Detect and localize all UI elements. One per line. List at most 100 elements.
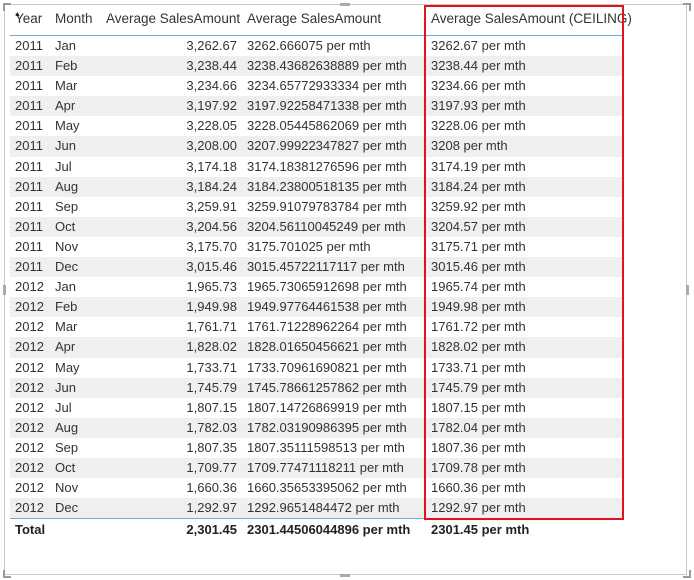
resize-corner-br[interactable]	[683, 570, 691, 578]
cell-year: 2011	[15, 178, 43, 194]
table-row[interactable]: 2011 Jul 3,174.18 3174.18381276596 per mth 3…	[10, 157, 624, 177]
cell-avg-sales-ceiling: 3228.06 per mth	[431, 118, 526, 134]
cell-month: Sep	[55, 198, 79, 214]
table-row[interactable]: 2012 Dec 1,292.97 1292.9651484472 per mth 12…	[10, 498, 624, 519]
table-row[interactable]: 2012 Apr 1,828.02 1828.01650456621 per mth 1…	[10, 337, 624, 358]
cell-year: 2012	[15, 279, 44, 295]
cell-month: Feb	[55, 58, 78, 74]
cell-month: May	[55, 118, 80, 134]
cell-avg-sales-ceiling: 3259.92 per mth	[431, 198, 526, 214]
cell-avg-sales-raw: 1292.9651484472 per mth	[247, 500, 400, 516]
cell-avg-sales-ceiling: 1807.36 per mth	[431, 439, 526, 455]
table-row[interactable]: 2012 May 1,733.71 1733.70961690821 per mth 1…	[10, 358, 624, 378]
resize-corner-bl[interactable]	[3, 570, 11, 578]
sort-ascending-icon[interactable]: ▲	[14, 11, 21, 18]
cell-avg-sales-raw: 1965.73065912698 per mth	[247, 279, 407, 295]
cell-avg-sales: 1,745.79	[186, 379, 237, 395]
cell-avg-sales: 3,175.70	[186, 238, 237, 254]
cell-avg-sales: 3,262.67	[186, 38, 237, 53]
table-row[interactable]: 2012 Aug 1,782.03 1782.03190986395 per mth 1…	[10, 417, 624, 438]
cell-avg-sales-ceiling: 3234.66 per mth	[431, 78, 526, 94]
cell-month: Dec	[55, 259, 79, 275]
resize-handle-left[interactable]	[3, 285, 6, 295]
cell-month: Aug	[55, 419, 79, 435]
cell-avg-sales-raw: 1660.35653395062 per mth	[247, 480, 407, 496]
table-row[interactable]: 2011 May 3,228.05 3228.05445862069 per mth 3…	[10, 116, 624, 136]
cell-month: Mar	[55, 319, 78, 335]
cell-month: Mar	[55, 78, 78, 94]
cell-year: 2011	[15, 98, 43, 114]
header-avg-sales-raw[interactable]: Average SalesAmount	[247, 11, 381, 26]
table-row[interactable]: 2012 Sep 1,807.35 1807.35111598513 per mth 1…	[10, 438, 624, 458]
table-row[interactable]: 2012 Jan 1,965.73 1965.73065912698 per mth 1…	[10, 277, 624, 297]
table-row[interactable]: 2012 Jul 1,807.15 1807.14726869919 per mth 1…	[10, 398, 624, 418]
table-row[interactable]: 2011 Apr 3,197.92 3197.92258471338 per mth 3…	[10, 96, 624, 117]
total-avg: 2,301.45	[186, 522, 237, 538]
cell-avg-sales-raw: 1761.71228962264 per mth	[247, 319, 407, 335]
cell-year: 2011	[15, 138, 43, 154]
cell-avg-sales-ceiling: 1709.78 per mth	[431, 459, 526, 475]
cell-avg-sales-ceiling: 3184.24 per mth	[431, 178, 526, 194]
cell-avg-sales-raw: 1828.01650456621 per mth	[247, 339, 407, 355]
table-body: 2011 Jan 3,262.67 3262.666075 per mth 3262.6…	[10, 36, 624, 520]
cell-avg-sales: 3,208.00	[186, 138, 237, 154]
cell-month: Aug	[55, 178, 79, 194]
cell-month: Jan	[55, 38, 76, 53]
cell-avg-sales-raw: 1745.78661257862 per mth	[247, 379, 407, 395]
cell-avg-sales-raw: 3204.56110045249 per mth	[247, 218, 406, 234]
cell-avg-sales-ceiling: 3238.44 per mth	[431, 58, 526, 74]
table-row[interactable]: 2011 Nov 3,175.70 3175.701025 per mth 3175.7…	[10, 237, 624, 257]
cell-avg-sales-ceiling: 3197.93 per mth	[431, 98, 526, 114]
cell-year: 2012	[15, 339, 44, 355]
cell-avg-sales: 3,197.92	[186, 98, 237, 114]
table-row[interactable]: 2011 Sep 3,259.91 3259.91079783784 per mth 3…	[10, 197, 624, 217]
cell-year: 2012	[15, 299, 44, 315]
cell-avg-sales: 3,259.91	[186, 198, 237, 214]
cell-month: Feb	[55, 299, 78, 315]
cell-avg-sales-ceiling: 3262.67 per mth	[431, 38, 526, 53]
table-row[interactable]: 2012 Jun 1,745.79 1745.78661257862 per mth 1…	[10, 377, 624, 398]
cell-avg-sales-raw: 1807.14726869919 per mth	[247, 399, 407, 415]
cell-avg-sales-ceiling: 1761.72 per mth	[431, 319, 526, 335]
table-row[interactable]: 2012 Oct 1,709.77 1709.77471118211 per mth 1…	[10, 457, 624, 479]
cell-year: 2011	[15, 78, 43, 94]
table-row[interactable]: 2011 Jan 3,262.67 3262.666075 per mth 3262.6…	[10, 36, 624, 56]
resize-handle-right[interactable]	[686, 285, 689, 295]
cell-avg-sales: 1,782.03	[186, 419, 237, 435]
cell-year: 2011	[15, 118, 43, 134]
cell-avg-sales: 1,709.77	[186, 459, 237, 475]
table-row[interactable]: 2011 Oct 3,204.56 3204.56110045249 per mth 3…	[10, 216, 624, 237]
resize-handle-bottom[interactable]	[340, 574, 350, 577]
table-row[interactable]: 2011 Aug 3,184.24 3184.23800518135 per mth 3…	[10, 176, 624, 197]
cell-year: 2012	[15, 359, 44, 375]
table-row[interactable]: 2012 Nov 1,660.36 1660.35653395062 per mth 1…	[10, 478, 624, 498]
total-ceiling: 2301.45 per mth	[431, 522, 530, 538]
table-row[interactable]: 2011 Feb 3,238.44 3238.43682638889 per mth 3…	[10, 56, 624, 77]
table-row[interactable]: 2011 Mar 3,234.66 3234.65772933334 per mth 3…	[10, 76, 624, 96]
header-avg-sales-ceiling[interactable]: Average SalesAmount (CEILING)	[431, 11, 632, 26]
cell-year: 2012	[15, 419, 44, 435]
cell-year: 2011	[15, 158, 43, 174]
header-month[interactable]: Month	[55, 11, 93, 26]
cell-avg-sales-ceiling: 1828.02 per mth	[431, 339, 526, 355]
table-row[interactable]: 2011 Jun 3,208.00 3207.99922347827 per mth 3…	[10, 136, 624, 157]
cell-avg-sales-ceiling: 1745.79 per mth	[431, 379, 526, 395]
cell-avg-sales-ceiling: 1733.71 per mth	[431, 359, 526, 375]
cell-month: May	[55, 359, 80, 375]
cell-avg-sales-raw: 3184.23800518135 per mth	[247, 178, 407, 194]
cell-avg-sales: 1,660.36	[186, 480, 237, 496]
cell-month: Oct	[55, 459, 76, 475]
header-avg-sales[interactable]: Average SalesAmount	[106, 11, 240, 26]
cell-month: Jul	[55, 158, 72, 174]
cell-year: 2011	[15, 38, 43, 53]
cell-avg-sales-raw: 3228.05445862069 per mth	[247, 118, 407, 134]
cell-avg-sales-raw: 3262.666075 per mth	[247, 38, 371, 53]
resize-corner-tr[interactable]	[683, 3, 691, 11]
table-row[interactable]: 2012 Feb 1,949.98 1949.97764461538 per mth 1…	[10, 297, 624, 318]
table-row[interactable]: 2012 Mar 1,761.71 1761.71228962264 per mth 1…	[10, 317, 624, 337]
cell-year: 2012	[15, 500, 44, 516]
cell-month: Jul	[55, 399, 72, 415]
cell-month: Nov	[55, 238, 79, 254]
cell-avg-sales: 1,965.73	[186, 279, 237, 295]
table-row[interactable]: 2011 Dec 3,015.46 3015.45722117117 per mth 3…	[10, 257, 624, 278]
